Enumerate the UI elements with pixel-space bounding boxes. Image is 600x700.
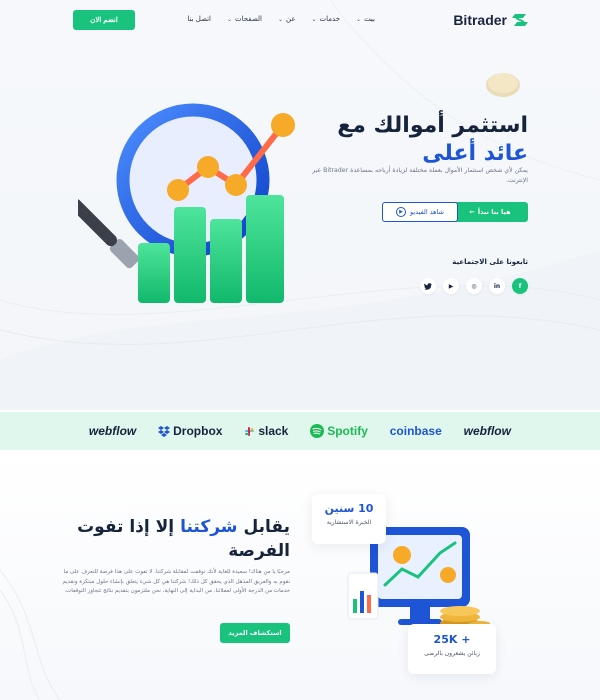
about-description: مرحبًا يا من هناك! سعيدة للغاية لأنك توق… <box>62 569 290 594</box>
floating-coin-icon <box>486 73 520 97</box>
clients-value: 25K + <box>433 633 471 646</box>
linkedin-icon[interactable]: in <box>489 278 505 294</box>
youtube-icon[interactable]: ▶ <box>443 278 459 294</box>
brand-webflow: webflow <box>463 424 511 438</box>
watch-video-label: شاهد الفيديو <box>410 208 444 216</box>
experience-value: 10 سنين <box>324 502 374 515</box>
menu-item-pages[interactable]: الصفحات ⌄ <box>227 15 262 23</box>
chevron-down-icon: ⌄ <box>277 15 283 23</box>
menu-item-label: الصفحات <box>235 15 262 23</box>
arrow-left-icon: ← <box>469 208 475 216</box>
brand-dropbox: Dropbox <box>158 424 222 438</box>
twitter-icon[interactable] <box>420 278 436 294</box>
menu-item-label: بيت <box>364 15 375 23</box>
brand-logo[interactable]: Bitrader <box>453 12 528 28</box>
brand-spotify-label: Spotify <box>327 424 368 438</box>
about-title-part: يقابل <box>243 517 290 537</box>
explore-more-button[interactable]: استكشاف المزيد <box>220 623 290 643</box>
clients-label: زبائن يشعرون بالرضى <box>424 650 480 657</box>
dropbox-icon <box>158 425 171 437</box>
brand-dropbox-label: Dropbox <box>173 424 223 438</box>
chevron-down-icon: ⌄ <box>311 15 317 23</box>
chevron-down-icon: ⌄ <box>356 15 362 23</box>
get-started-label: هيا بنا نبدأ <box>477 208 511 216</box>
hero-title-accent: عائد أعلى <box>422 141 528 166</box>
brand-coinbase: coinbase <box>389 424 442 438</box>
menu-item-services[interactable]: خدمات ⌄ <box>312 15 341 23</box>
experience-card: 10 سنين الخبرة الاستشارية <box>312 494 386 544</box>
watch-video-button[interactable]: شاهد الفيديو ▶ <box>382 202 458 222</box>
menu-item-about[interactable]: عن ⌄ <box>278 15 296 23</box>
about-title-accent: شركتنا <box>180 517 238 537</box>
join-now-button[interactable]: انضم الان <box>73 10 135 30</box>
hero-description: يمكن لأي شخص استثمار الأموال بعملة مختلف… <box>312 167 528 184</box>
chevron-down-icon: ⌄ <box>227 15 233 23</box>
social-links: f in ◎ ▶ <box>420 278 528 294</box>
experience-label: الخبرة الاستشارية <box>326 519 372 526</box>
brand-slack: slack <box>244 424 288 438</box>
brand-slack-label: slack <box>258 424 289 438</box>
clients-card: 25K + زبائن يشعرون بالرضى <box>408 624 496 674</box>
facebook-icon[interactable]: f <box>512 278 528 294</box>
logo-text: Bitrader <box>453 12 507 28</box>
hero-title-line: استثمر أموالك مع <box>337 113 528 138</box>
menu-item-contact[interactable]: اتصل بنا <box>187 15 211 23</box>
play-icon: ▶ <box>396 207 407 217</box>
main-menu: بيت ⌄ خدمات ⌄ عن ⌄ الصفحات ⌄ اتصل بنا <box>187 15 375 23</box>
logo-mark-icon <box>512 14 528 26</box>
about-title: يقابل شركتنا إلا إذا تفوت الفرصة <box>60 515 290 563</box>
menu-item-label: اتصل بنا <box>187 15 211 23</box>
hero-title: استثمر أموالك مع عائد أعلى <box>308 112 528 168</box>
social-title: تابعونا على الاجتماعية <box>452 258 528 266</box>
spotify-icon <box>310 424 325 438</box>
get-started-button[interactable]: هيا بنا نبدأ ← <box>452 202 528 222</box>
brand-spotify: Spotify <box>310 424 368 438</box>
menu-item-label: خدمات <box>319 15 341 23</box>
brand-webflow: webflow <box>88 424 137 438</box>
menu-item-home[interactable]: بيت ⌄ <box>356 15 375 23</box>
menu-item-label: عن <box>286 15 296 23</box>
slack-icon <box>245 426 255 436</box>
instagram-icon[interactable]: ◎ <box>466 278 482 294</box>
top-navigation: Bitrader بيت ⌄ خدمات ⌄ عن ⌄ الصفحات ⌄ ات… <box>0 0 600 40</box>
growth-chart-illustration <box>78 103 295 303</box>
partner-brands: webflow Dropbox slack Spotify coinbase w… <box>0 412 600 450</box>
